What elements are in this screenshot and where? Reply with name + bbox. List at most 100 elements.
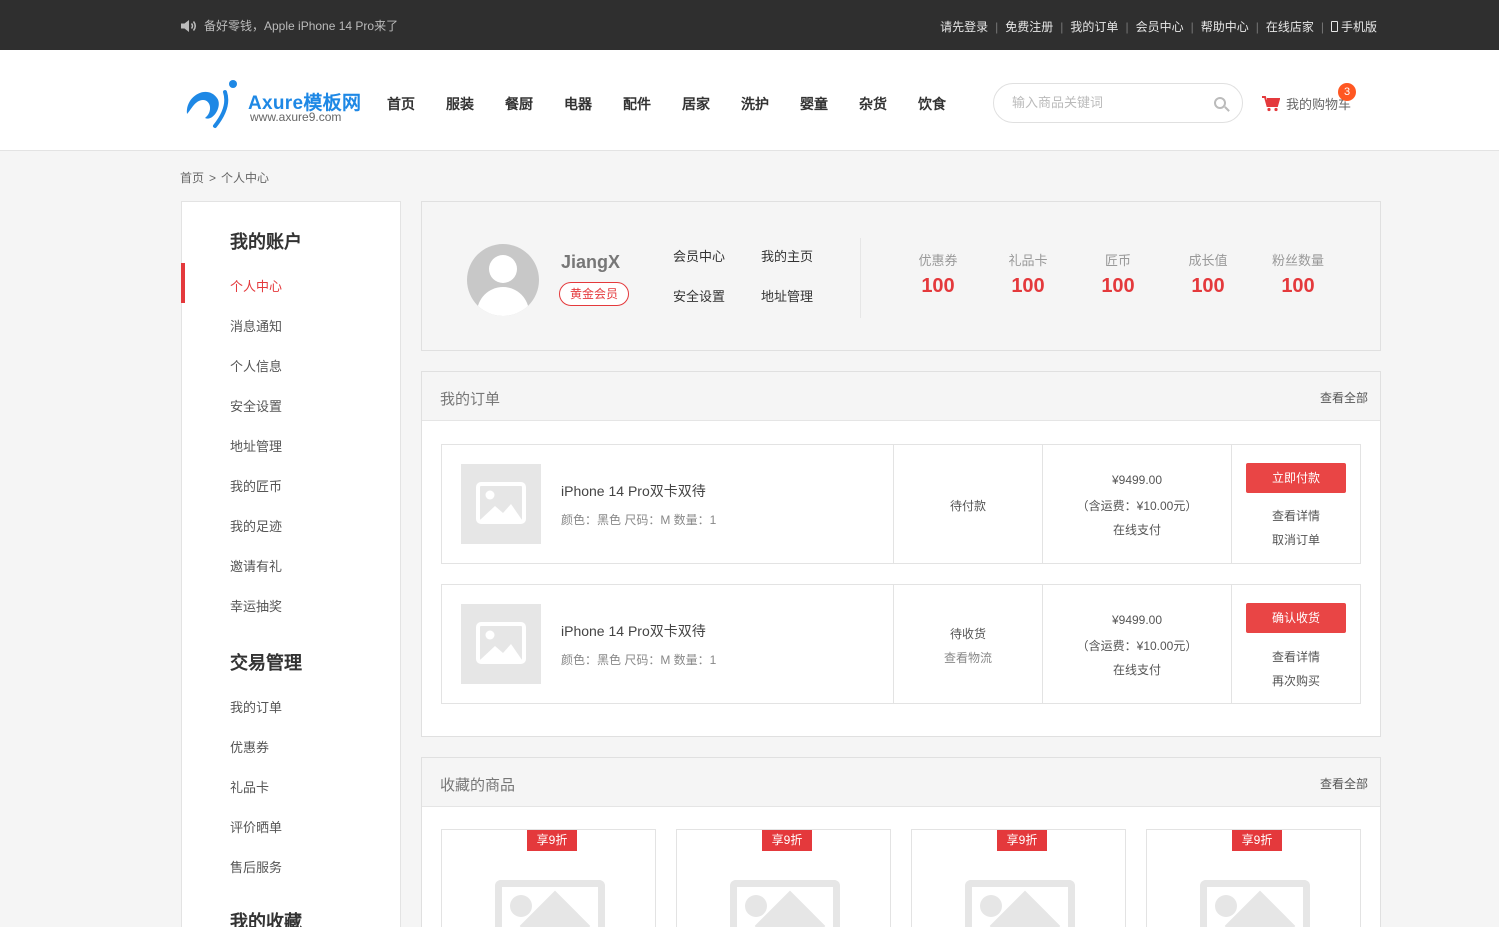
pay-now-button[interactable]: 立即付款 (1246, 463, 1346, 493)
stat-label: 匠币 (1104, 253, 1131, 268)
discount-tag: 享9折 (527, 830, 577, 851)
order-price: ¥9499.00 (1111, 473, 1163, 487)
track-shipment-link[interactable]: 查看物流 (894, 649, 1042, 666)
product-name[interactable]: iPhone 14 Pro双卡双待 (561, 621, 706, 641)
top-links: 请先登录 | 免费注册 | 我的订单 | 会员中心 | 帮助中心 | 在线店家 | 手机版 (933, 18, 1377, 35)
sidebar-item-security[interactable]: 安全设置 (230, 396, 282, 415)
login-link[interactable]: 请先登录 (933, 18, 995, 35)
sidebar-item-coins[interactable]: 我的匠币 (230, 476, 282, 495)
orders-panel-header: 我的订单 查看全部 (422, 372, 1380, 421)
cancel-order-link[interactable]: 取消订单 (1232, 531, 1360, 548)
confirm-receipt-button[interactable]: 确认收货 (1246, 603, 1346, 633)
sidebar-item-gift-cards[interactable]: 礼品卡 (230, 777, 269, 796)
sidebar-item-my-orders[interactable]: 我的订单 (230, 697, 282, 716)
stat-coins[interactable]: 匠币 100 (1078, 250, 1158, 298)
order-payment-method: 在线支付 (1112, 523, 1161, 537)
search-input[interactable] (1012, 95, 1192, 110)
divider (893, 585, 894, 703)
avatar-body (477, 287, 529, 316)
nav-item-food[interactable]: 饮食 (918, 94, 946, 114)
favorite-product-card[interactable]: 享9折 (1146, 829, 1361, 927)
sidebar-group-trade: 交易管理 (230, 653, 302, 673)
divider (860, 238, 861, 318)
stat-value: 100 (1191, 275, 1225, 297)
cart-count-badge: 3 (1338, 83, 1356, 101)
image-placeholder-icon (476, 482, 526, 524)
nav-item-groceries[interactable]: 杂货 (859, 94, 887, 114)
breadcrumb-home[interactable]: 首页 (180, 171, 204, 185)
buy-again-link[interactable]: 再次购买 (1232, 672, 1360, 689)
favorite-product-card[interactable]: 享9折 (441, 829, 656, 927)
order-row: iPhone 14 Pro双卡双待 颜色：黑色 尺码：M 数量：1 待付款 ¥9… (441, 444, 1361, 564)
order-row: iPhone 14 Pro双卡双待 颜色：黑色 尺码：M 数量：1 待收货 查看… (441, 584, 1361, 704)
cart-icon (1262, 95, 1280, 111)
my-orders-link[interactable]: 我的订单 (1063, 18, 1125, 35)
help-center-link[interactable]: 帮助中心 (1194, 18, 1256, 35)
product-name[interactable]: iPhone 14 Pro双卡双待 (561, 481, 706, 501)
sidebar-item-coupons[interactable]: 优惠券 (230, 737, 269, 756)
nav-item-appliances[interactable]: 电器 (564, 94, 592, 114)
sidebar-item-personal-info[interactable]: 个人信息 (230, 356, 282, 375)
breadcrumb-separator: > (209, 171, 217, 185)
avatar-head (489, 255, 517, 283)
orders-view-all-link[interactable]: 查看全部 (1320, 389, 1368, 406)
register-link[interactable]: 免费注册 (998, 18, 1060, 35)
member-center-link[interactable]: 会员中心 (1129, 18, 1191, 35)
stat-coupons[interactable]: 优惠券 100 (898, 250, 978, 298)
stat-label: 优惠券 (918, 253, 958, 268)
order-details-link[interactable]: 查看详情 (1232, 648, 1360, 665)
image-placeholder-icon (1200, 880, 1310, 927)
sidebar-item-after-sales[interactable]: 售后服务 (230, 857, 282, 876)
product-image[interactable] (461, 464, 541, 544)
sidebar-item-footprints[interactable]: 我的足迹 (230, 516, 282, 535)
stat-label: 成长值 (1188, 253, 1228, 268)
sidebar-item-invite[interactable]: 邀请有礼 (230, 556, 282, 575)
sidebar-item-notifications[interactable]: 消息通知 (230, 316, 282, 335)
address-management-link[interactable]: 地址管理 (761, 286, 813, 305)
nav-item-baby[interactable]: 婴童 (800, 94, 828, 114)
product-image[interactable] (461, 604, 541, 684)
stat-fans[interactable]: 粉丝数量 100 (1258, 250, 1338, 298)
phone-icon (1330, 21, 1338, 32)
stat-gift-cards[interactable]: 礼品卡 100 (988, 250, 1068, 298)
nav-item-kitchen[interactable]: 餐厨 (505, 94, 533, 114)
favorites-panel-header: 收藏的商品 查看全部 (422, 758, 1380, 807)
mobile-link[interactable]: 手机版 (1324, 18, 1377, 35)
avatar[interactable] (467, 244, 539, 316)
security-settings-link[interactable]: 安全设置 (673, 286, 725, 305)
favorite-product-card[interactable]: 享9折 (911, 829, 1126, 927)
order-payment-method: 在线支付 (1112, 663, 1161, 677)
favorites-title: 收藏的商品 (440, 777, 516, 794)
image-placeholder-icon (965, 880, 1075, 927)
orders-panel: 我的订单 查看全部 iPhone 14 Pro双卡双待 颜色：黑色 尺码：M 数… (421, 371, 1381, 737)
sidebar-item-personal-center[interactable]: 个人中心 (230, 276, 282, 295)
online-store-link[interactable]: 在线店家 (1259, 18, 1321, 35)
order-status: 待收货 (949, 627, 986, 641)
order-details-link[interactable]: 查看详情 (1232, 507, 1360, 524)
sidebar-item-reviews[interactable]: 评价晒单 (230, 817, 282, 836)
search-icon[interactable] (1214, 97, 1226, 109)
member-center-profile-link[interactable]: 会员中心 (673, 246, 725, 265)
nav-item-care[interactable]: 洗护 (741, 94, 769, 114)
discount-tag: 享9折 (997, 830, 1047, 851)
stat-value: 100 (921, 275, 955, 297)
nav-item-home-living[interactable]: 居家 (682, 94, 710, 114)
stat-label: 礼品卡 (1008, 253, 1048, 268)
nav-item-clothing[interactable]: 服装 (446, 94, 474, 114)
stat-value: 100 (1101, 275, 1135, 297)
stat-growth[interactable]: 成长值 100 (1168, 250, 1248, 298)
stat-value: 100 (1281, 275, 1315, 297)
sidebar-group-account: 我的账户 (230, 232, 302, 252)
my-homepage-link[interactable]: 我的主页 (761, 246, 813, 265)
nav-item-accessories[interactable]: 配件 (623, 94, 651, 114)
order-shipping: （含运费：¥10.00元） (1076, 499, 1198, 513)
product-spec: 颜色：黑色 尺码：M 数量：1 (561, 513, 717, 527)
orders-title: 我的订单 (440, 391, 501, 408)
favorite-product-card[interactable]: 享9折 (676, 829, 891, 927)
logo[interactable]: Axure模板网 www.axure9.com (183, 78, 373, 130)
sidebar-item-address[interactable]: 地址管理 (230, 436, 282, 455)
favorites-view-all-link[interactable]: 查看全部 (1320, 775, 1368, 792)
sidebar-item-lottery[interactable]: 幸运抽奖 (230, 596, 282, 615)
cart-button[interactable]: 我的购物车 3 (1262, 83, 1356, 113)
nav-item-home[interactable]: 首页 (387, 94, 415, 114)
